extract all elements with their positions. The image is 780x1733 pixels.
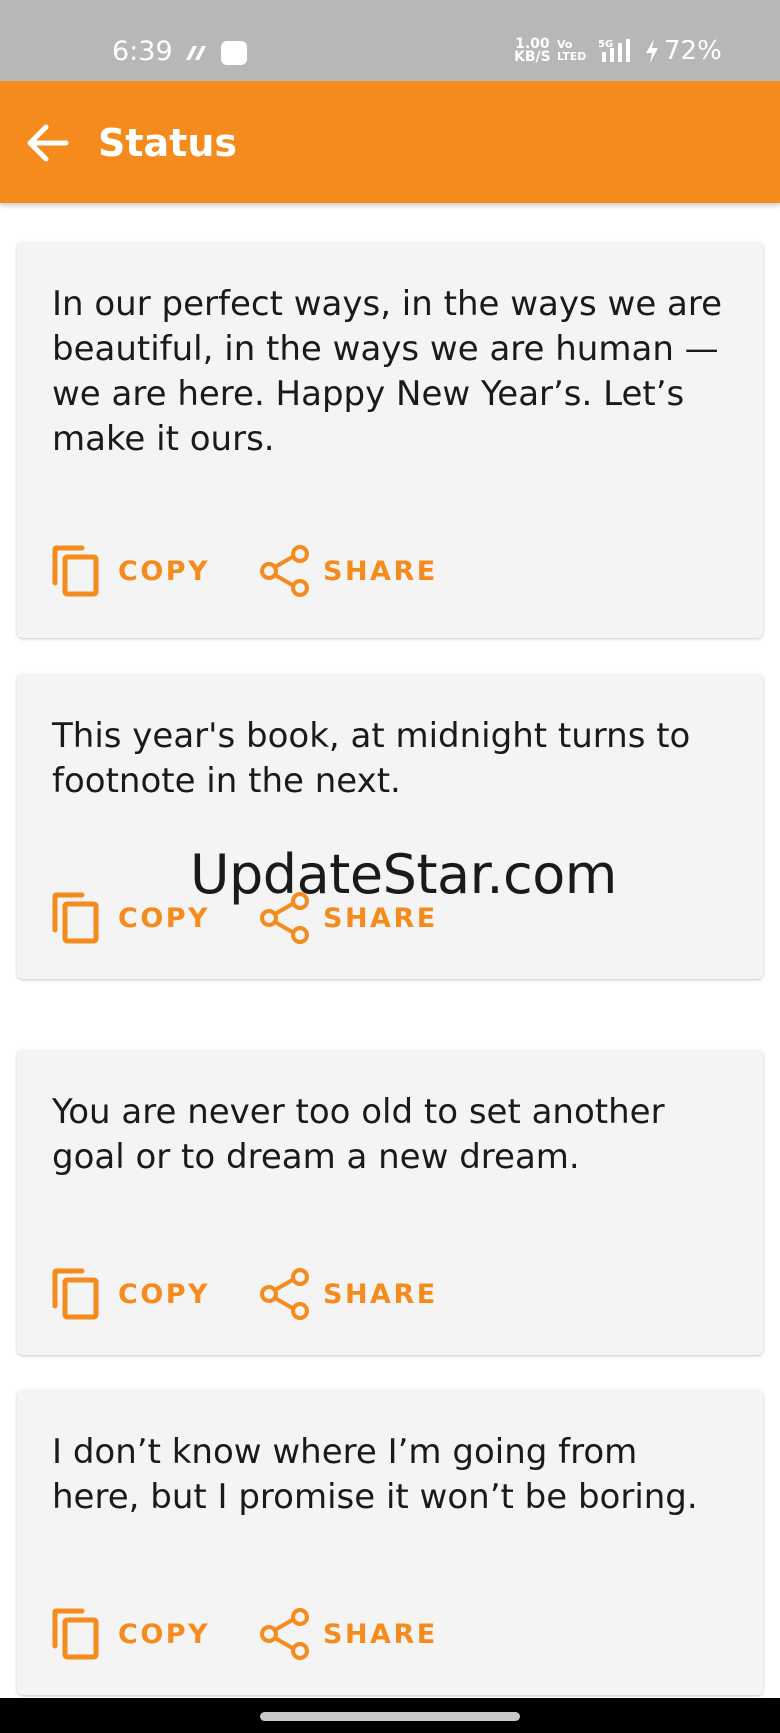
copy-icon bbox=[52, 545, 99, 597]
status-card: This year's book, at midnight turns to f… bbox=[17, 674, 763, 979]
share-icon bbox=[260, 545, 309, 597]
volte-bottom: LTED bbox=[557, 50, 587, 63]
copy-label: COPY bbox=[118, 1618, 211, 1650]
back-button[interactable] bbox=[22, 117, 74, 169]
share-label: SHARE bbox=[323, 555, 438, 587]
status-text: This year's book, at midnight turns to f… bbox=[52, 716, 691, 801]
copy-button[interactable]: COPY bbox=[52, 892, 210, 944]
notification-wallet-icon bbox=[221, 41, 247, 65]
copy-icon bbox=[52, 892, 99, 944]
signal-icon: 5G bbox=[598, 39, 630, 62]
page-title: Status bbox=[98, 121, 238, 165]
share-label: SHARE bbox=[323, 1278, 438, 1310]
copy-label: COPY bbox=[118, 902, 211, 934]
copy-label: COPY bbox=[118, 555, 211, 587]
share-label: SHARE bbox=[323, 1618, 438, 1650]
status-card: You are never too old to set another goa… bbox=[17, 1050, 763, 1355]
copy-icon bbox=[52, 1268, 99, 1320]
app-bar: Status bbox=[0, 81, 780, 203]
status-card: I don’t know where I’m going from here, … bbox=[17, 1390, 763, 1695]
charging-icon bbox=[646, 39, 658, 63]
navigation-bar bbox=[0, 1698, 780, 1733]
network-speed-unit: KB/S bbox=[514, 49, 551, 65]
copy-button[interactable]: COPY bbox=[52, 1268, 210, 1320]
share-button[interactable]: SHARE bbox=[259, 892, 438, 944]
share-icon bbox=[260, 1608, 309, 1660]
share-button[interactable]: SHARE bbox=[259, 1268, 438, 1320]
status-text: I don’t know where I’m going from here, … bbox=[52, 1432, 698, 1517]
copy-button[interactable]: COPY bbox=[52, 1608, 210, 1660]
share-label: SHARE bbox=[323, 902, 438, 934]
copy-button[interactable]: COPY bbox=[52, 545, 210, 597]
share-button[interactable]: SHARE bbox=[259, 545, 438, 597]
copy-label: COPY bbox=[118, 1278, 211, 1310]
status-text: In our perfect ways, in the ways we are … bbox=[52, 284, 723, 459]
system-status-bar: 6:39 1.00 KB/S Vo LTED 5G 72% bbox=[0, 0, 780, 81]
notification-app-icon bbox=[186, 46, 206, 60]
share-icon bbox=[260, 1268, 309, 1320]
status-card: In our perfect ways, in the ways we are … bbox=[17, 242, 763, 638]
home-gesture-handle[interactable] bbox=[260, 1712, 520, 1721]
battery-percent: 72% bbox=[664, 36, 722, 66]
network-speed: 1.00 KB/S bbox=[514, 37, 551, 65]
arrow-left-icon bbox=[27, 124, 69, 162]
status-text: You are never too old to set another goa… bbox=[52, 1092, 665, 1177]
clock: 6:39 bbox=[112, 36, 173, 67]
share-icon bbox=[260, 892, 309, 944]
volte-indicator: Vo LTED bbox=[557, 39, 586, 63]
copy-icon bbox=[52, 1608, 99, 1660]
share-button[interactable]: SHARE bbox=[259, 1608, 438, 1660]
